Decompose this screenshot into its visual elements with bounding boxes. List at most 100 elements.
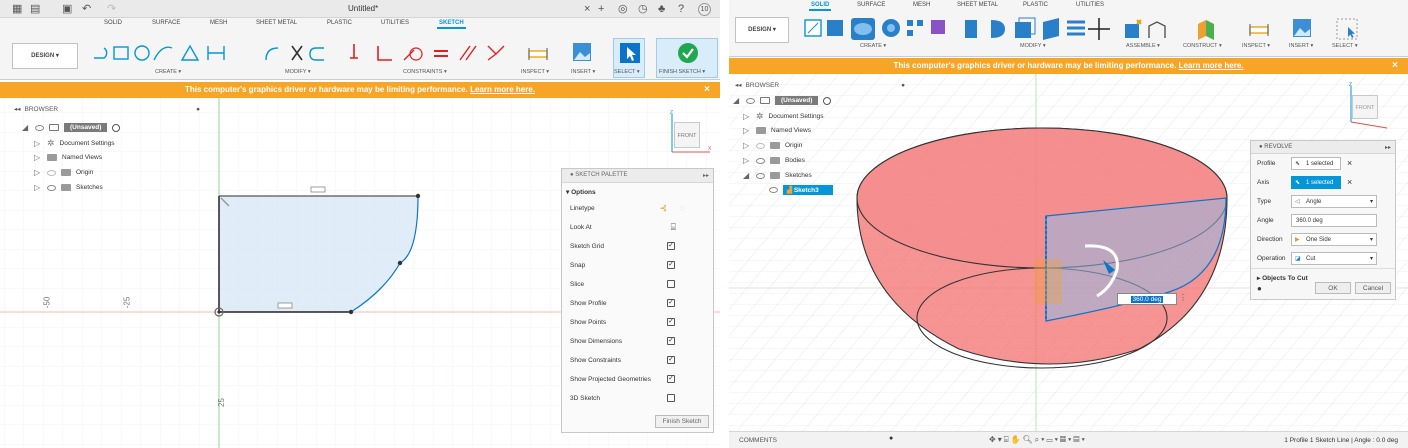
sketch3-selected-chip[interactable]: ▟ Sketch3 bbox=[783, 185, 833, 195]
comments-pin-icon[interactable]: ● bbox=[889, 435, 893, 442]
modify-group-label[interactable]: MODIFY ▾ bbox=[1020, 43, 1046, 49]
activate-radio-icon[interactable] bbox=[823, 96, 832, 105]
visibility-eye-icon[interactable] bbox=[47, 169, 56, 176]
show-profile-checkbox[interactable]: ✓ bbox=[667, 299, 675, 307]
browser-item-document-settings[interactable]: ▷ ✲ Document Settings bbox=[743, 111, 823, 122]
options-section-toggle[interactable]: ▾ Options bbox=[562, 183, 713, 199]
tab-sketch[interactable]: SKETCH bbox=[437, 20, 466, 29]
grid-menu-icon[interactable]: ▦ bbox=[12, 3, 22, 15]
browser-item-document-settings[interactable]: ▷ ✲ Document Settings bbox=[34, 138, 114, 149]
constraints-group-label[interactable]: CONSTRAINTS ▾ bbox=[403, 69, 447, 75]
direction-dropdown[interactable]: ▶ One Side ▾ bbox=[1291, 233, 1377, 246]
type-dropdown[interactable]: ◁ Angle ▾ bbox=[1291, 195, 1377, 208]
collapse-browser-icon[interactable]: ◂◂ bbox=[14, 105, 21, 113]
show-dimensions-checkbox[interactable]: ✓ bbox=[667, 337, 675, 345]
cancel-button[interactable]: Cancel bbox=[1355, 282, 1391, 294]
operation-dropdown[interactable]: ◪ Cut ▾ bbox=[1291, 252, 1377, 265]
browser-item-named-views[interactable]: ▷ Named Views bbox=[34, 153, 102, 162]
insert-image-icon[interactable] bbox=[572, 42, 592, 62]
tab-utilities[interactable]: UTILITIES bbox=[381, 20, 409, 26]
expand-triangle-icon[interactable]: ▷ bbox=[34, 139, 42, 148]
collapse-triangle-icon[interactable]: ◢ bbox=[733, 96, 741, 105]
close-warning-icon[interactable]: × bbox=[1392, 58, 1398, 74]
tab-solid[interactable]: SOLID bbox=[104, 20, 122, 26]
expand-triangle-icon[interactable]: ▷ bbox=[743, 156, 751, 165]
visibility-eye-icon[interactable] bbox=[756, 172, 765, 179]
insert-group-label[interactable]: INSERT ▾ bbox=[1289, 43, 1313, 49]
browser-item-named-views[interactable]: ▷ Named Views bbox=[743, 126, 811, 135]
expand-triangle-icon[interactable]: ▷ bbox=[34, 183, 42, 192]
modify-group-label[interactable]: MODIFY ▾ bbox=[285, 69, 311, 75]
create-group-label[interactable]: CREATE ▾ bbox=[155, 69, 181, 75]
select-group-label[interactable]: SELECT ▾ bbox=[1332, 43, 1358, 49]
insert-image-icon[interactable] bbox=[1292, 18, 1312, 38]
account-avatar[interactable]: 10 bbox=[698, 3, 711, 16]
select-group-label[interactable]: SELECT ▾ bbox=[614, 69, 640, 75]
navigation-tools-icons[interactable]: ✥▾⌸✋🔍︎⌕▾▭▾▦▾▤▾ bbox=[989, 435, 1087, 445]
browser-pin-icon[interactable]: ● bbox=[901, 82, 905, 89]
browser-item-unsaved[interactable]: ◢ (Unsaved) bbox=[733, 96, 832, 105]
finish-sketch-label[interactable]: FINISH SKETCH ▾ bbox=[659, 69, 705, 75]
extensions-icon[interactable]: ◎ bbox=[618, 3, 628, 15]
angle-input-menu-icon[interactable]: ⋮ bbox=[1179, 293, 1187, 302]
save-icon[interactable]: ▣ bbox=[62, 3, 72, 15]
visibility-eye-icon[interactable] bbox=[35, 124, 44, 131]
constraint-tools-icons[interactable] bbox=[348, 42, 508, 64]
design-workspace-button[interactable]: DESIGN ▾ bbox=[12, 43, 78, 69]
tab-sheet-metal[interactable]: SHEET METAL bbox=[957, 2, 998, 8]
job-status-icon[interactable]: ◷ bbox=[638, 3, 648, 15]
axis-selection-field[interactable]: ⬉ 1 selected bbox=[1291, 176, 1341, 189]
construct-plane-icon[interactable] bbox=[1196, 18, 1216, 40]
expand-panel-icon[interactable]: ▸▸ bbox=[703, 172, 709, 179]
new-tab-icon[interactable]: + bbox=[598, 3, 604, 15]
browser-item-bodies[interactable]: ▷ Bodies bbox=[743, 156, 805, 165]
select-cursor-icon[interactable] bbox=[1336, 18, 1358, 40]
browser-item-origin[interactable]: ▷ Origin bbox=[34, 168, 93, 177]
tab-plastic[interactable]: PLASTIC bbox=[1023, 2, 1048, 8]
angle-input[interactable]: 360.0 deg bbox=[1291, 214, 1377, 227]
visibility-eye-icon[interactable] bbox=[756, 157, 765, 164]
sketch-grid-checkbox[interactable]: ✓ bbox=[667, 242, 675, 250]
create-group-label[interactable]: CREATE ▾ bbox=[860, 43, 886, 49]
clear-profile-icon[interactable]: × bbox=[1347, 154, 1352, 173]
browser-item-sketches[interactable]: ▷ Sketches bbox=[34, 183, 103, 192]
visibility-eye-icon[interactable] bbox=[769, 187, 778, 193]
assemble-tools-icons[interactable] bbox=[1123, 18, 1173, 40]
tab-mesh[interactable]: MESH bbox=[913, 2, 930, 8]
collapse-triangle-icon[interactable]: ◢ bbox=[743, 171, 751, 180]
close-tab-icon[interactable]: × bbox=[584, 3, 590, 15]
visibility-eye-icon[interactable] bbox=[756, 142, 765, 149]
browser-item-origin[interactable]: ▷ Origin bbox=[743, 141, 802, 150]
tab-solid[interactable]: SOLID bbox=[808, 2, 832, 11]
angle-input-box[interactable]: 360.0 deg bbox=[1117, 293, 1177, 305]
browser-item-sketch3[interactable]: ▟ Sketch3 bbox=[769, 185, 833, 195]
measure-icon[interactable] bbox=[528, 46, 548, 60]
show-constraints-checkbox[interactable]: ✓ bbox=[667, 356, 675, 364]
collapse-triangle-icon[interactable]: ◢ bbox=[22, 123, 30, 132]
redo-icon[interactable]: ↷ bbox=[107, 3, 116, 15]
browser-header[interactable]: ◂◂ BROWSER ● bbox=[14, 105, 200, 114]
collapse-browser-icon[interactable]: ◂◂ bbox=[735, 81, 742, 89]
ok-button[interactable]: OK bbox=[1315, 282, 1351, 294]
close-warning-icon[interactable]: × bbox=[704, 82, 710, 98]
notifications-icon[interactable]: ♣ bbox=[658, 3, 665, 15]
modify-tools-icons[interactable] bbox=[963, 16, 1113, 42]
tab-mesh[interactable]: MESH bbox=[210, 20, 227, 26]
tab-surface[interactable]: SURFACE bbox=[152, 20, 180, 26]
info-icon[interactable]: ● bbox=[1257, 284, 1262, 293]
design-workspace-button[interactable]: DESIGN ▾ bbox=[735, 17, 789, 43]
inspect-group-label[interactable]: INSPECT ▾ bbox=[1242, 43, 1270, 49]
insert-group-label[interactable]: INSERT ▾ bbox=[571, 69, 595, 75]
construction-linetype-icon[interactable]: ⊰ bbox=[659, 199, 667, 218]
construct-group-label[interactable]: CONSTRUCT ▾ bbox=[1183, 43, 1222, 49]
snap-checkbox[interactable]: ✓ bbox=[667, 261, 675, 269]
help-icon[interactable]: ? bbox=[678, 3, 684, 15]
clear-axis-icon[interactable]: × bbox=[1347, 173, 1352, 192]
look-at-icon[interactable]: ⌸ bbox=[671, 218, 676, 237]
expand-triangle-icon[interactable]: ▷ bbox=[743, 126, 751, 135]
learn-more-link[interactable]: Learn more here. bbox=[470, 85, 535, 94]
tab-utilities[interactable]: UTILITIES bbox=[1076, 2, 1104, 8]
undo-icon[interactable]: ↶ bbox=[82, 3, 91, 15]
revolve-dialog-header[interactable]: ● REVOLVE ▸▸ bbox=[1251, 141, 1395, 154]
browser-item-sketches[interactable]: ◢ Sketches bbox=[743, 171, 812, 180]
